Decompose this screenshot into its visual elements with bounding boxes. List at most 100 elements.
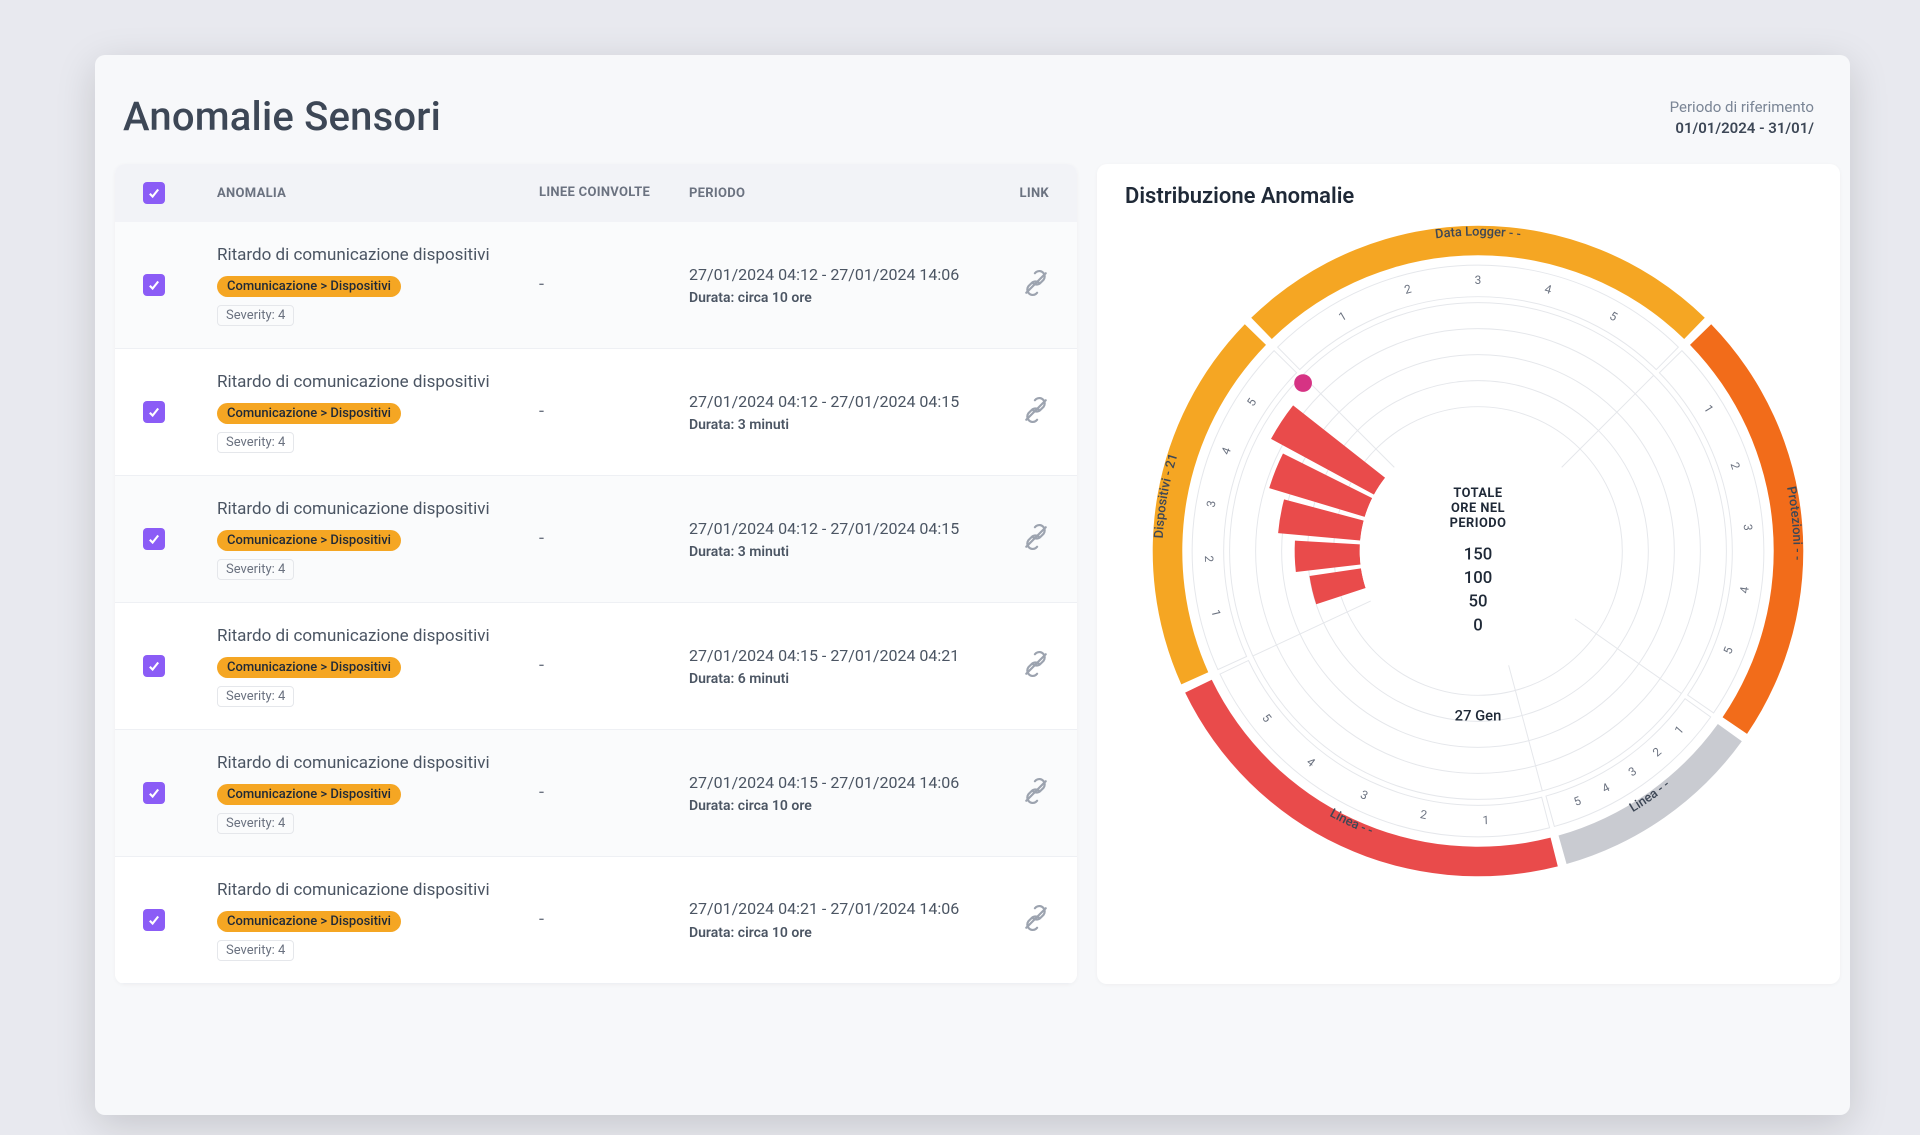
lines-cell: -: [539, 909, 689, 930]
row-checkbox[interactable]: [143, 528, 165, 550]
row-checkbox[interactable]: [143, 274, 165, 296]
anomaly-severity: Severity: 4: [217, 432, 294, 453]
link-cell[interactable]: [989, 524, 1049, 554]
chart-canvas: Data Logger - -Protezioni - -Linea - -Li…: [1125, 221, 1830, 881]
unlink-icon[interactable]: [1023, 916, 1049, 935]
svg-text:1: 1: [1671, 723, 1686, 737]
svg-text:ORE NEL: ORE NEL: [1450, 501, 1504, 516]
sunburst-chart: Data Logger - -Protezioni - -Linea - -Li…: [1133, 206, 1823, 896]
table-header: ANOMALIA LINEE COINVOLTE PERIODO LINK: [115, 164, 1077, 222]
link-cell[interactable]: [989, 270, 1049, 300]
row-checkbox-cell[interactable]: [143, 655, 217, 677]
svg-text:5: 5: [1607, 309, 1620, 325]
period-duration: Durata: 3 minuti: [689, 544, 989, 560]
row-checkbox[interactable]: [143, 401, 165, 423]
lines-cell: -: [539, 655, 689, 676]
col-anomalia: ANOMALIA: [217, 186, 539, 201]
svg-text:3: 3: [1625, 764, 1638, 779]
anomaly-severity: Severity: 4: [217, 686, 294, 707]
header-checkbox-cell[interactable]: [143, 182, 217, 204]
col-link: LINK: [989, 186, 1049, 201]
table-row[interactable]: Ritardo di comunicazione dispositivi Com…: [115, 857, 1077, 984]
anomaly-cell: Ritardo di comunicazione dispositivi Com…: [217, 879, 539, 961]
unlink-icon[interactable]: [1023, 662, 1049, 681]
period-label: Periodo di riferimento: [1670, 97, 1814, 118]
period-cell: 27/01/2024 04:12 - 27/01/2024 04:15 Dura…: [689, 518, 989, 560]
period-duration: Durata: circa 10 ore: [689, 925, 989, 941]
anomaly-severity: Severity: 4: [217, 813, 294, 834]
unlink-icon[interactable]: [1023, 789, 1049, 808]
period-range: 27/01/2024 04:12 - 27/01/2024 04:15: [689, 391, 989, 413]
svg-text:1: 1: [1700, 402, 1715, 415]
svg-text:1: 1: [1482, 813, 1489, 827]
anomaly-severity: Severity: 4: [217, 940, 294, 961]
period-block: Periodo di riferimento 01/01/2024 - 31/0…: [1670, 97, 1814, 139]
row-checkbox-cell[interactable]: [143, 274, 217, 296]
period-duration: Durata: 6 minuti: [689, 671, 989, 687]
anomaly-category-badge: Comunicazione > Dispositivi: [217, 530, 401, 551]
lines-cell: -: [539, 528, 689, 549]
page-title: Anomalie Sensori: [123, 93, 441, 140]
table-row[interactable]: Ritardo di comunicazione dispositivi Com…: [115, 222, 1077, 349]
select-all-checkbox[interactable]: [143, 182, 165, 204]
svg-text:150: 150: [1463, 544, 1492, 564]
period-range: 27/01/2024 04:21 - 27/01/2024 14:06: [689, 898, 989, 920]
svg-text:4: 4: [1218, 445, 1234, 457]
anomaly-title: Ritardo di comunicazione dispositivi: [217, 752, 539, 775]
link-cell[interactable]: [989, 778, 1049, 808]
svg-text:3: 3: [1358, 787, 1370, 802]
row-checkbox[interactable]: [143, 782, 165, 804]
row-checkbox[interactable]: [143, 909, 165, 931]
period-cell: 27/01/2024 04:15 - 27/01/2024 04:21 Dura…: [689, 645, 989, 687]
link-cell[interactable]: [989, 651, 1049, 681]
anomaly-category-badge: Comunicazione > Dispositivi: [217, 911, 401, 932]
anomaly-cell: Ritardo di comunicazione dispositivi Com…: [217, 244, 539, 326]
anomaly-category-badge: Comunicazione > Dispositivi: [217, 657, 401, 678]
anomaly-category-badge: Comunicazione > Dispositivi: [217, 403, 401, 424]
col-linee: LINEE COINVOLTE: [539, 185, 689, 202]
svg-text:2: 2: [1201, 555, 1215, 562]
lines-cell: -: [539, 782, 689, 803]
table-body: Ritardo di comunicazione dispositivi Com…: [115, 222, 1077, 984]
row-checkbox[interactable]: [143, 655, 165, 677]
anomaly-cell: Ritardo di comunicazione dispositivi Com…: [217, 625, 539, 707]
anomaly-title: Ritardo di comunicazione dispositivi: [217, 371, 539, 394]
svg-text:27 Gen: 27 Gen: [1454, 707, 1501, 725]
page-header: Anomalie Sensori Periodo di riferimento …: [95, 83, 1850, 164]
table-row[interactable]: Ritardo di comunicazione dispositivi Com…: [115, 730, 1077, 857]
svg-text:1: 1: [1336, 309, 1349, 324]
row-checkbox-cell[interactable]: [143, 909, 217, 931]
period-range: 27/01/2024 04:12 - 27/01/2024 04:15: [689, 518, 989, 540]
svg-text:5: 5: [1571, 793, 1583, 809]
svg-text:2: 2: [1649, 744, 1664, 759]
table-row[interactable]: Ritardo di comunicazione dispositivi Com…: [115, 349, 1077, 476]
unlink-icon[interactable]: [1023, 535, 1049, 554]
anomaly-title: Ritardo di comunicazione dispositivi: [217, 879, 539, 902]
svg-text:100: 100: [1463, 568, 1492, 588]
anomaly-title: Ritardo di comunicazione dispositivi: [217, 244, 539, 267]
anomaly-severity: Severity: 4: [217, 559, 294, 580]
table-row[interactable]: Ritardo di comunicazione dispositivi Com…: [115, 603, 1077, 730]
period-cell: 27/01/2024 04:12 - 27/01/2024 14:06 Dura…: [689, 264, 989, 306]
period-duration: Durata: 3 minuti: [689, 417, 989, 433]
svg-text:4: 4: [1304, 755, 1318, 770]
period-cell: 27/01/2024 04:12 - 27/01/2024 04:15 Dura…: [689, 391, 989, 433]
row-checkbox-cell[interactable]: [143, 401, 217, 423]
row-checkbox-cell[interactable]: [143, 528, 217, 550]
unlink-icon[interactable]: [1023, 408, 1049, 427]
table-row[interactable]: Ritardo di comunicazione dispositivi Com…: [115, 476, 1077, 603]
anomaly-category-badge: Comunicazione > Dispositivi: [217, 784, 401, 805]
unlink-icon[interactable]: [1023, 281, 1049, 300]
link-cell[interactable]: [989, 905, 1049, 935]
anomaly-title: Ritardo di comunicazione dispositivi: [217, 625, 539, 648]
link-cell[interactable]: [989, 397, 1049, 427]
row-checkbox-cell[interactable]: [143, 782, 217, 804]
svg-text:1: 1: [1208, 608, 1223, 618]
svg-text:4: 4: [1543, 282, 1553, 297]
svg-text:0: 0: [1473, 615, 1483, 635]
period-cell: 27/01/2024 04:21 - 27/01/2024 14:06 Dura…: [689, 898, 989, 940]
lines-cell: -: [539, 274, 689, 295]
svg-text:2: 2: [1727, 460, 1742, 471]
anomaly-cell: Ritardo di comunicazione dispositivi Com…: [217, 371, 539, 453]
anomaly-cell: Ritardo di comunicazione dispositivi Com…: [217, 498, 539, 580]
